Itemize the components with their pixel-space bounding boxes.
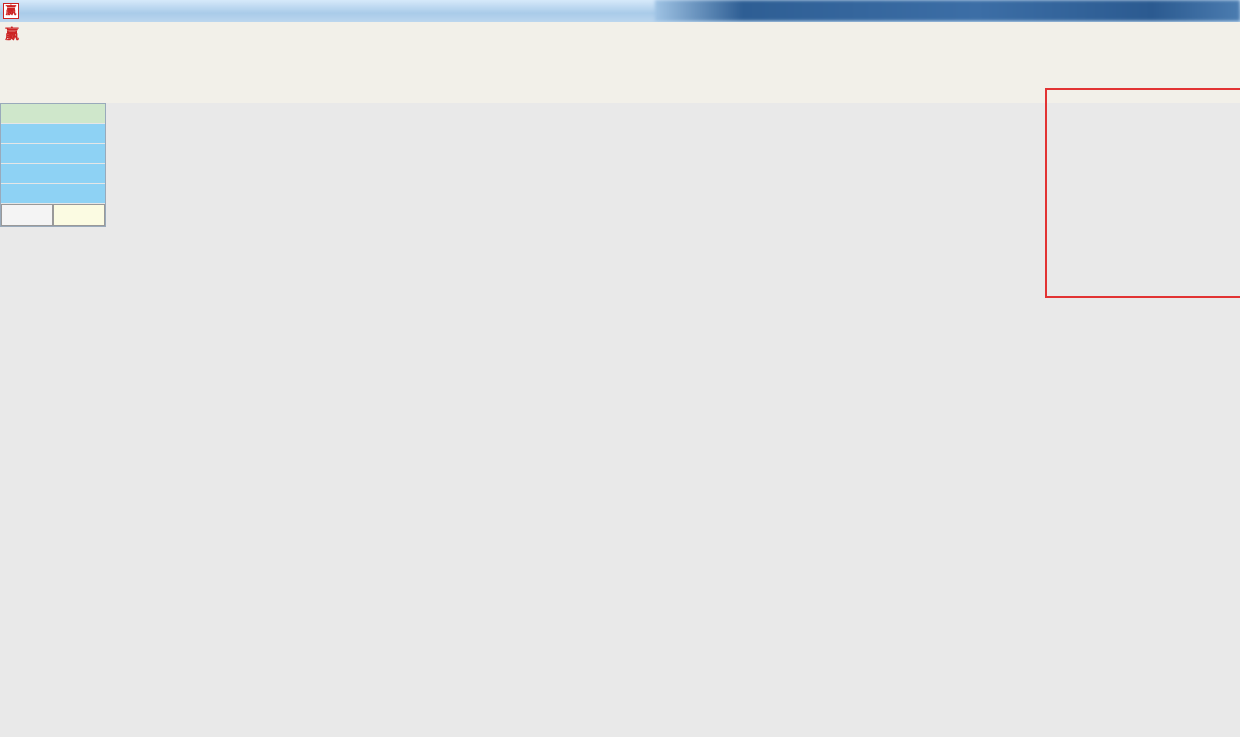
titlebar-blurred-region xyxy=(655,0,1240,21)
annotation-box xyxy=(1045,88,1240,298)
price-value xyxy=(1,124,105,144)
calc-support-button[interactable] xyxy=(53,204,105,226)
gann-wheel-chart[interactable] xyxy=(0,103,1240,737)
symbol-info-panel xyxy=(0,103,106,227)
conversion-factor xyxy=(1,164,105,184)
titlebar: 赢 xyxy=(0,0,1240,23)
menu-bar: 赢 xyxy=(0,22,1240,47)
date-value xyxy=(1,144,105,164)
app-logo-icon: 赢 xyxy=(3,3,19,19)
step-length xyxy=(1,184,105,204)
main-toolbar xyxy=(0,46,1240,77)
application-window: 赢 赢 xyxy=(0,0,1240,737)
menu-logo-icon: 赢 xyxy=(5,24,19,44)
symbol-name xyxy=(1,104,105,124)
panel-buttons xyxy=(1,204,105,226)
calc-resistance-button[interactable] xyxy=(1,204,53,226)
